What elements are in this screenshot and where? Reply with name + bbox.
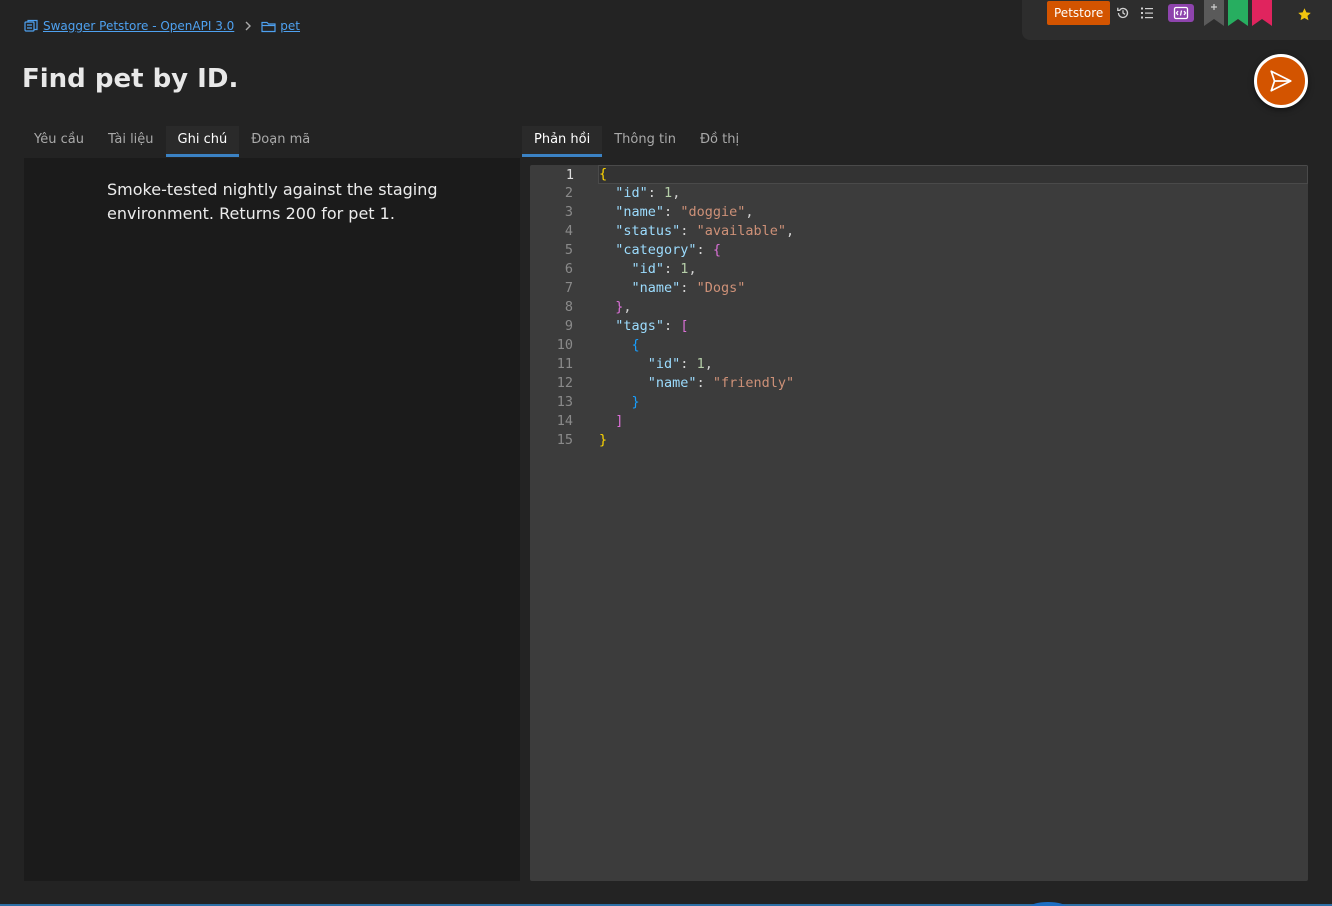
line-number: 6: [564, 261, 573, 277]
code-text: }: [599, 432, 608, 448]
bookmark-pink-icon[interactable]: [1252, 0, 1272, 26]
line-number: 9: [564, 318, 573, 334]
line-number: 2: [564, 185, 573, 201]
code-line: 2 "id": 1,: [530, 184, 1308, 203]
tab-snippets[interactable]: Đoạn mã: [239, 126, 322, 157]
response-code: 1{2 "id": 1, 3 "name": "doggie", 4 "status…: [530, 165, 1308, 450]
code-line: 1{: [566, 165, 1308, 184]
tab-notes[interactable]: Ghi chú: [165, 126, 240, 157]
line-number: 13: [556, 394, 573, 410]
environment-selector[interactable]: Petstore: [1047, 1, 1111, 25]
code-text: "id": 1,: [631, 261, 697, 277]
tab-response[interactable]: Phản hồi: [522, 126, 603, 157]
line-number: 14: [556, 413, 573, 429]
line-number: 1: [565, 167, 574, 183]
breadcrumb-folder[interactable]: pet: [261, 19, 300, 33]
code-text: "tags": [: [615, 318, 689, 334]
line-number: 8: [564, 299, 573, 315]
tab-info[interactable]: Thông tin: [602, 126, 688, 157]
code-text: "name": "friendly": [647, 375, 795, 391]
code-text: "name": "Dogs": [631, 280, 746, 296]
code-text: "status": "available",: [615, 223, 795, 239]
code-text: {: [631, 337, 640, 353]
status-indicator: [1030, 902, 1066, 906]
code-line: 5 "category": {: [530, 241, 1308, 260]
bookmark-add-icon[interactable]: [1204, 0, 1224, 26]
code-panel-icon[interactable]: [1168, 4, 1194, 22]
app-window: Swagger Petstore - OpenAPI 3.0 pet Petst…: [0, 0, 1332, 906]
request-tabs: Yêu cầu Tài liệu Ghi chú Đoạn mã: [22, 126, 322, 157]
breadcrumb-collection-label: Swagger Petstore - OpenAPI 3.0: [43, 19, 235, 33]
send-request-button[interactable]: [1254, 54, 1308, 108]
breadcrumb-folder-label: pet: [280, 19, 301, 33]
code-text: {: [599, 166, 608, 182]
code-text: ]: [615, 413, 624, 429]
code-line: 14 ]: [530, 412, 1308, 431]
code-text: }: [631, 394, 640, 410]
send-icon: [1270, 70, 1292, 92]
code-text: },: [615, 299, 632, 315]
line-number: 12: [556, 375, 573, 391]
code-text: "name": "doggie",: [615, 204, 754, 220]
line-number: 3: [564, 204, 573, 220]
line-number: 11: [556, 356, 573, 372]
code-line: 6 "id": 1,: [530, 260, 1308, 279]
chevron-right-icon: [244, 21, 252, 31]
breadcrumb-collection[interactable]: Swagger Petstore - OpenAPI 3.0: [24, 19, 234, 33]
line-number: 7: [564, 280, 573, 296]
folder-icon: [261, 21, 276, 32]
code-line: 9 "tags": [: [530, 317, 1308, 336]
code-text: "category": {: [615, 242, 721, 258]
code-text: "id": 1,: [615, 185, 681, 201]
breadcrumb: Swagger Petstore - OpenAPI 3.0 pet: [24, 17, 300, 35]
code-line: 4 "status": "available",: [530, 222, 1308, 241]
code-line: 8 },: [530, 298, 1308, 317]
code-text: "id": 1,: [647, 356, 713, 372]
list-icon[interactable]: [1139, 5, 1155, 21]
code-line: 3 "name": "doggie",: [530, 203, 1308, 222]
top-toolbar: Petstore: [1022, 0, 1332, 40]
star-icon[interactable]: [1296, 6, 1312, 22]
code-line: 13 }: [530, 393, 1308, 412]
bookmark-green-icon[interactable]: [1228, 0, 1248, 26]
code-line: 12 "name": "friendly": [530, 374, 1308, 393]
history-icon[interactable]: [1115, 5, 1131, 21]
line-number: 15: [556, 432, 573, 448]
tab-request[interactable]: Yêu cầu: [22, 126, 96, 157]
response-viewer[interactable]: 1{2 "id": 1, 3 "name": "doggie", 4 "status…: [530, 165, 1308, 881]
notes-panel: Smoke-tested nightly against the staging…: [24, 158, 520, 881]
tab-docs[interactable]: Tài liệu: [96, 126, 166, 157]
code-line: 10 {: [530, 336, 1308, 355]
line-number: 10: [556, 337, 573, 353]
collection-icon: [24, 19, 38, 32]
code-line: 11 "id": 1,: [530, 355, 1308, 374]
code-line: 7 "name": "Dogs": [530, 279, 1308, 298]
page-title: Find pet by ID.: [22, 64, 239, 94]
line-number: 5: [564, 242, 573, 258]
code-line: 15}: [530, 431, 1308, 450]
line-number: 4: [564, 223, 573, 239]
response-tabs: Phản hồi Thông tin Đồ thị: [522, 126, 751, 157]
note-text[interactable]: Smoke-tested nightly against the staging…: [107, 178, 447, 226]
tab-graph[interactable]: Đồ thị: [688, 126, 751, 157]
